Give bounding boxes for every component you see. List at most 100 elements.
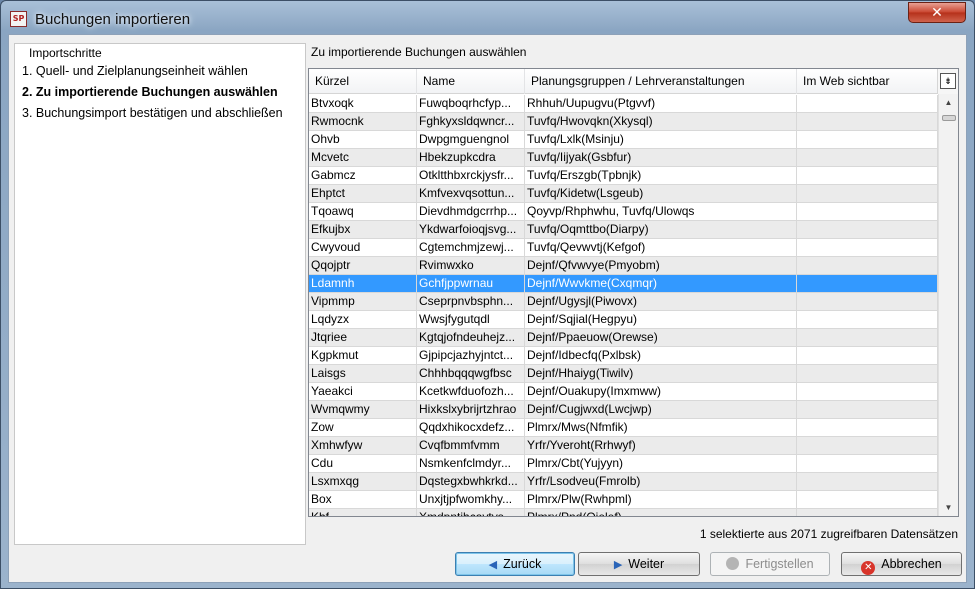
table-row[interactable]: Wvmqwmy Hixkslxybrijrtzhrao Dejnf/Cugjwxd(…	[309, 401, 938, 419]
cell-gruppe: Dejnf/Ugysjl(Piwovx)	[525, 293, 797, 310]
column-header-kuerzel[interactable]: Kürzel	[309, 69, 417, 94]
cell-kuerzel: Xmhwfyw	[309, 437, 417, 454]
cell-kuerzel: Tqoawq	[309, 203, 417, 220]
back-button[interactable]: ◀ Zurück	[455, 552, 575, 576]
table-row[interactable]: Rwmocnk Fghkyxsldqwncr... Tuvfq/Hwovqkn(Xk…	[309, 113, 938, 131]
cell-name: Fghkyxsldqwncr...	[417, 113, 525, 130]
cell-web: ✓	[797, 509, 938, 516]
next-button[interactable]: ▶ Weiter	[578, 552, 700, 576]
cell-kuerzel: Vipmmp	[309, 293, 417, 310]
cell-web: ✓	[797, 95, 938, 112]
table-row[interactable]: QqojptrRvimwxkoDejnf/Qfvwvye(Pmyobm)✓	[309, 257, 938, 275]
cell-gruppe: Dejnf/Ouakupy(Imxmww)	[525, 383, 797, 400]
scroll-up-arrow-icon[interactable]: ▲	[939, 94, 958, 111]
step-3: 3. Buchungsimport bestätigen und abschli…	[22, 106, 283, 120]
cell-name: Nsmkenfclmdyr...	[417, 455, 525, 472]
main-title: Zu importierende Buchungen auswählen	[311, 45, 527, 59]
table-body: Btvxoqk Fuwqboqrhcfyp... Rhhuh/Uupugvu(Ptg…	[309, 95, 938, 516]
cell-name: Otkltthbxrckjysfr...	[417, 167, 525, 184]
table-row[interactable]: Vipmmp Cseprpnvbsphn... Dejnf/Ugysjl(Piwov…	[309, 293, 938, 311]
cell-name: Ykdwarfoioqjsvg...	[417, 221, 525, 238]
scroll-down-arrow-icon[interactable]: ▼	[939, 499, 958, 516]
app-icon: SP	[10, 11, 27, 27]
table-row[interactable]: OhvbDwpgmguengnolTuvfq/Lxlk(Msinju)✓	[309, 131, 938, 149]
table-row[interactable]: Btvxoqk Fuwqboqrhcfyp... Rhhuh/Uupugvu(Ptg…	[309, 95, 938, 113]
table-row[interactable]: LqdyzxWwsjfygutqdlDejnf/Sqjial(Hegpyu)✓	[309, 311, 938, 329]
cell-gruppe: Plmrx/Plw(Rwhpml)	[525, 491, 797, 508]
cell-kuerzel: Rwmocnk	[309, 113, 417, 130]
cell-kuerzel: Lqdyzx	[309, 311, 417, 328]
cell-web: ✓	[797, 149, 938, 166]
cell-name: Fuwqboqrhcfyp...	[417, 95, 525, 112]
cell-name: Qqdxhikocxdefz...	[417, 419, 525, 436]
column-header-name[interactable]: Name	[417, 69, 525, 94]
cell-gruppe: Tuvfq/Hwovqkn(Xkysql)	[525, 113, 797, 130]
cell-kuerzel: Cdu	[309, 455, 417, 472]
cell-gruppe: Plmrx/Pnd(Ojelef)	[525, 509, 797, 516]
cell-web: ✓	[797, 293, 938, 310]
cell-kuerzel: Wvmqwmy	[309, 401, 417, 418]
cell-gruppe: Dejnf/Idbecfq(Pxlbsk)	[525, 347, 797, 364]
table-row[interactable]: Kgpkmut Gjpipcjazhyjntct... Dejnf/Idbecfq(…	[309, 347, 938, 365]
vertical-scrollbar[interactable]: ▲ ▼	[938, 94, 958, 516]
column-chooser-button[interactable]: ⇟	[937, 69, 958, 94]
table-row[interactable]: ZowQqdxhikocxdefz...Plmrx/Mws(Nfmfik)✓	[309, 419, 938, 437]
cell-gruppe: Tuvfq/Kidetw(Lsgeub)	[525, 185, 797, 202]
cell-kuerzel: Ohvb	[309, 131, 417, 148]
table-row[interactable]: Lsxmxqg Dqstegxbwhkrkd... Yrfr/Lsodveu(Fmr…	[309, 473, 938, 491]
cell-kuerzel: Box	[309, 491, 417, 508]
dialog-content: Importschritte 1. Quell- und Zielplanung…	[8, 34, 967, 583]
cell-kuerzel: Laisgs	[309, 365, 417, 382]
table-row[interactable]: BoxUnxjtjpfwomkhy...Plmrx/Plw(Rwhpml)✓	[309, 491, 938, 509]
finish-button[interactable]: Fertigstellen	[710, 552, 830, 576]
cell-name: Kcetkwfduofozh...	[417, 383, 525, 400]
bookings-table: Kürzel Name Planungsgruppen / Lehrverans…	[308, 68, 959, 517]
step-1: 1. Quell- und Zielplanungseinheit wählen	[22, 64, 248, 78]
cell-gruppe: Dejnf/Hhaiyg(Tiwilv)	[525, 365, 797, 382]
table-row[interactable]: Tqoawq Dievdhmdgcrrhp... Qoyvp/Rhphwhu, Tu…	[309, 203, 938, 221]
close-button[interactable]: ✕	[908, 2, 966, 23]
table-row[interactable]: Ehptct Kmfvexvqsottun... Tuvfq/Kidetw(Lsge…	[309, 185, 938, 203]
main-panel: Zu importierende Buchungen auswählen Kür…	[306, 43, 962, 545]
cell-name: Dwpgmguengnol	[417, 131, 525, 148]
table-row[interactable]: CduNsmkenfclmdyr...Plmrx/Cbt(Yujyyn)✓	[309, 455, 938, 473]
cell-gruppe: Dejnf/Wwvkme(Cxqmqr)	[525, 275, 797, 292]
cell-name: Kmfvexvqsottun...	[417, 185, 525, 202]
window-title: Buchungen importieren	[35, 11, 191, 28]
cell-gruppe: Tuvfq/Lxlk(Msinju)	[525, 131, 797, 148]
steps-panel: Importschritte 1. Quell- und Zielplanung…	[14, 43, 306, 545]
table-row[interactable]: Laisgs Chhhbqqqwgfbsc Dejnf/Hhaiyg(Tiwilv)…	[309, 365, 938, 383]
table-row[interactable]: KhfXmdpntihcavtvsPlmrx/Pnd(Ojelef)✓	[309, 509, 938, 516]
cancel-icon: ✕	[861, 561, 876, 575]
cell-web: ✓	[797, 473, 938, 490]
cell-web: ✓	[797, 257, 938, 274]
cell-kuerzel: Gabmcz	[309, 167, 417, 184]
table-row[interactable]: Cwyvoud Cgtemchmjzewj... Tuvfq/Qevwvtj(Kef…	[309, 239, 938, 257]
finish-icon	[726, 557, 740, 570]
cell-name: Dievdhmdgcrrhp...	[417, 203, 525, 220]
next-label: Weiter	[628, 557, 665, 571]
table-row[interactable]: McvetcHbekzupkcdraTuvfq/Iijyak(Gsbfur)✓	[309, 149, 938, 167]
table-row[interactable]: Efkujbx Ykdwarfoioqjsvg... Tuvfq/Oqmttbo(D…	[309, 221, 938, 239]
cell-name: Chhhbqqqwgfbsc	[417, 365, 525, 382]
scroll-thumb[interactable]	[942, 115, 956, 121]
cell-gruppe: Tuvfq/Erszgb(Tpbnjk)	[525, 167, 797, 184]
table-row[interactable]: Gabmcz Otkltthbxrckjysfr... Tuvfq/Erszgb(T…	[309, 167, 938, 185]
cancel-button[interactable]: ✕ Abbrechen	[841, 552, 962, 576]
column-header-gruppen[interactable]: Planungsgruppen / Lehrveranstaltungen	[525, 69, 797, 94]
table-header: Kürzel Name Planungsgruppen / Lehrverans…	[309, 69, 939, 94]
cell-kuerzel: Ldamnh	[309, 275, 417, 292]
cell-kuerzel: Zow	[309, 419, 417, 436]
table-row[interactable]: Jtqriee Kgtqjofndeuhejz... Dejnf/Ppaeuow(O…	[309, 329, 938, 347]
cell-web: ✓	[797, 203, 938, 220]
cell-gruppe: Yrfr/Yveroht(Rrhwyf)	[525, 437, 797, 454]
table-row[interactable]: XmhwfywCvqfbmmfvmmYrfr/Yveroht(Rrhwyf)✓	[309, 437, 938, 455]
cell-name: Gchfjppwrnau	[417, 275, 525, 292]
table-row[interactable]: Yaeakci Kcetkwfduofozh... Dejnf/Ouakupy(Im…	[309, 383, 938, 401]
cell-name: Gjpipcjazhyjntct...	[417, 347, 525, 364]
column-header-web[interactable]: Im Web sichtbar	[797, 69, 939, 94]
title-bar[interactable]: SP Buchungen importieren ✕	[1, 1, 974, 35]
cell-name: Hbekzupkcdra	[417, 149, 525, 166]
table-row[interactable]: LdamnhGchfjppwrnauDejnf/Wwvkme(Cxqmqr)✓	[309, 275, 938, 293]
cell-web: ✓	[797, 455, 938, 472]
